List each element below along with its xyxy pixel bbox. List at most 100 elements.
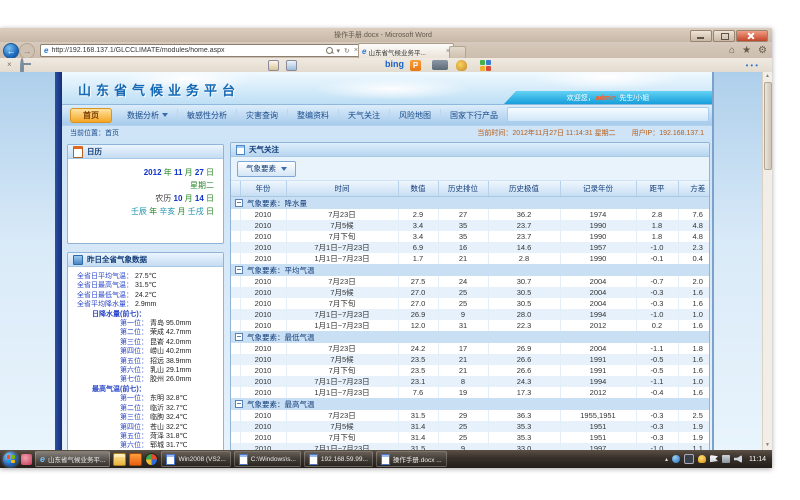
table-row[interactable]: 20101月1日~7月23日1.7212.81990-0.10.4 [231,253,709,264]
scroll-down-icon[interactable]: ▼ [763,441,772,450]
taskbar-window-button-3[interactable]: 操作手册.docx ... [376,451,447,467]
forward-button[interactable]: → [19,43,35,59]
table-row[interactable]: 20107月下旬31.42535.31951-0.31.9 [231,432,709,443]
network-globe-icon[interactable] [672,455,680,463]
menu-item-5[interactable]: 天气关注 [339,109,390,121]
menu-item-2[interactable]: 敏感性分析 [178,109,237,121]
collapse-icon[interactable] [235,400,243,408]
favorites-icon[interactable]: ★ [742,44,751,57]
table-row[interactable]: 20107月1日~7月23日23.1824.31994-1.11.0 [231,376,709,387]
ie-taskbar-button[interactable]: e 山东省气候业务平... [35,451,110,467]
table-row[interactable]: 20107月23日2.92736.219742.87.6 [231,209,709,220]
pinned-app-icon[interactable] [21,454,32,465]
menu-item-3[interactable]: 灾害查询 [237,109,288,121]
addon-mail-icon[interactable] [286,60,297,71]
table-cell: -1.0 [636,242,678,253]
column-header[interactable]: 记录年份 [560,181,636,197]
table-row[interactable]: 20107月1日~7月23日31.5933.01997-1.01.1 [231,443,709,450]
menu-item-7[interactable]: 国家下行产品 [441,109,508,121]
collapse-icon[interactable] [235,266,243,274]
table-row[interactable]: 20101月1日~7月23日7.61917.32012-0.41.6 [231,387,709,398]
findbar-close-icon[interactable]: × [7,60,12,70]
taskbar-window-button-0[interactable]: Win2008 (VS2... [161,451,230,467]
explorer-folder-icon[interactable] [113,453,126,466]
menu-item-6[interactable]: 风险地图 [390,109,441,121]
group-row[interactable]: 气象要素：最低气温 [231,331,709,343]
volume-icon[interactable] [734,455,742,463]
table-row[interactable]: 20107月下旬3.43523.719901.84.8 [231,231,709,242]
table-body: 气象要素：降水量20107月23日2.92736.219742.87.62010… [231,197,709,451]
action-center-flag-icon[interactable] [710,455,718,463]
refresh-icon[interactable]: ↻ [344,47,350,55]
update-icon[interactable] [698,455,706,463]
taskbar-window-button-2[interactable]: 192.168.59.99... [304,451,373,467]
column-header[interactable]: 历史极值 [488,181,560,197]
grid-app-icon[interactable] [480,60,491,71]
p-app-icon[interactable]: P [410,60,421,71]
network-status-icon[interactable] [722,455,730,463]
table-row[interactable]: 20107月5候27.02530.52004-0.31.6 [231,287,709,298]
more-icon[interactable]: ••• [746,61,760,70]
table-row[interactable]: 20107月23日27.52430.72004-0.72.0 [231,276,709,287]
back-button[interactable]: ← [3,43,19,59]
column-header[interactable]: 年份 [240,181,286,197]
column-header[interactable]: 时间 [286,181,398,197]
table-cell: 1.6 [678,354,709,365]
dropdown-icon[interactable]: ▾ [337,47,341,55]
table-row[interactable]: 20107月23日31.52936.31955,1951-0.32.5 [231,410,709,421]
vertical-scrollbar[interactable]: ▲ ▼ [762,72,772,450]
table-row[interactable]: 20107月5候31.42535.31951-0.31.9 [231,421,709,432]
column-header[interactable]: 距平 [636,181,678,197]
group-row[interactable]: 气象要素：降水量 [231,197,709,210]
table-cell: -1.1 [636,343,678,354]
column-header[interactable]: 数值 [398,181,438,197]
table-row[interactable]: 20107月下旬23.52126.61991-0.51.6 [231,365,709,376]
menu-item-0[interactable]: 首页 [70,108,112,123]
close-button[interactable] [736,30,768,42]
element-dropdown-button[interactable]: 气象要素 [237,161,296,177]
menu-item-1[interactable]: 数据分析 [118,109,178,121]
minimize-button[interactable] [690,30,712,42]
expand-cell [231,343,240,354]
tray-expand-icon[interactable]: ▴ [665,456,668,463]
table-row[interactable]: 20101月1日~7月23日12.03122.320120.21.6 [231,320,709,331]
group-row[interactable]: 气象要素：最高气温 [231,398,709,410]
addon-tile-icon[interactable] [268,60,279,71]
table-row[interactable]: 20107月下旬27.02530.52004-0.31.6 [231,298,709,309]
assistant-icon[interactable] [456,60,467,71]
table-row[interactable]: 20107月5候23.52126.61991-0.51.6 [231,354,709,365]
tools-icon[interactable]: ⚙ [758,44,767,57]
table-row[interactable]: 20107月1日~7月23日6.91614.61957-1.02.3 [231,242,709,253]
start-button[interactable] [3,452,18,467]
collapse-icon[interactable] [235,199,243,207]
maximize-button[interactable] [713,30,735,42]
ime-icon[interactable] [684,454,694,464]
url-text[interactable]: http://192.168.137.1/GLCCLIMATE/modules/… [51,47,322,54]
expand-cell [231,443,240,450]
calendar-text: 星期二 [190,181,214,190]
address-bar[interactable]: e http://192.168.137.1/GLCCLIMATE/module… [40,44,362,57]
taskbar-window-button-1[interactable]: C:\Windows\s... [234,451,301,467]
scrollbar-thumb[interactable] [764,82,772,170]
column-header[interactable]: 方差 [678,181,709,197]
table-cell: 7月下旬 [286,231,398,242]
table-cell: 36.2 [488,209,560,220]
browser-tab[interactable]: e 山东省气候业务平... × [358,43,454,59]
group-row[interactable]: 气象要素：平均气温 [231,264,709,276]
orange-app-icon[interactable] [129,453,142,466]
search-icon[interactable] [326,47,333,54]
table-row[interactable]: 20107月5候3.43523.719901.84.8 [231,220,709,231]
table-row[interactable]: 20107月1日~7月23日26.9928.01994-1.01.0 [231,309,709,320]
camera-icon[interactable] [432,60,448,70]
table-cell: 7月1日~7月23日 [286,376,398,387]
group-label: 气象要素：降水量 [247,199,307,208]
table-cell: -0.5 [636,365,678,376]
home-icon[interactable]: ⌂ [729,44,735,57]
media-player-icon[interactable] [145,453,158,466]
scroll-up-icon[interactable]: ▲ [763,72,772,81]
menu-item-4[interactable]: 整编资料 [288,109,339,121]
column-header[interactable]: 历史排位 [438,181,488,197]
table-row[interactable]: 20107月23日24.21726.92004-1.11.8 [231,343,709,354]
bing-logo[interactable]: bing [385,59,404,69]
collapse-icon[interactable] [235,333,243,341]
